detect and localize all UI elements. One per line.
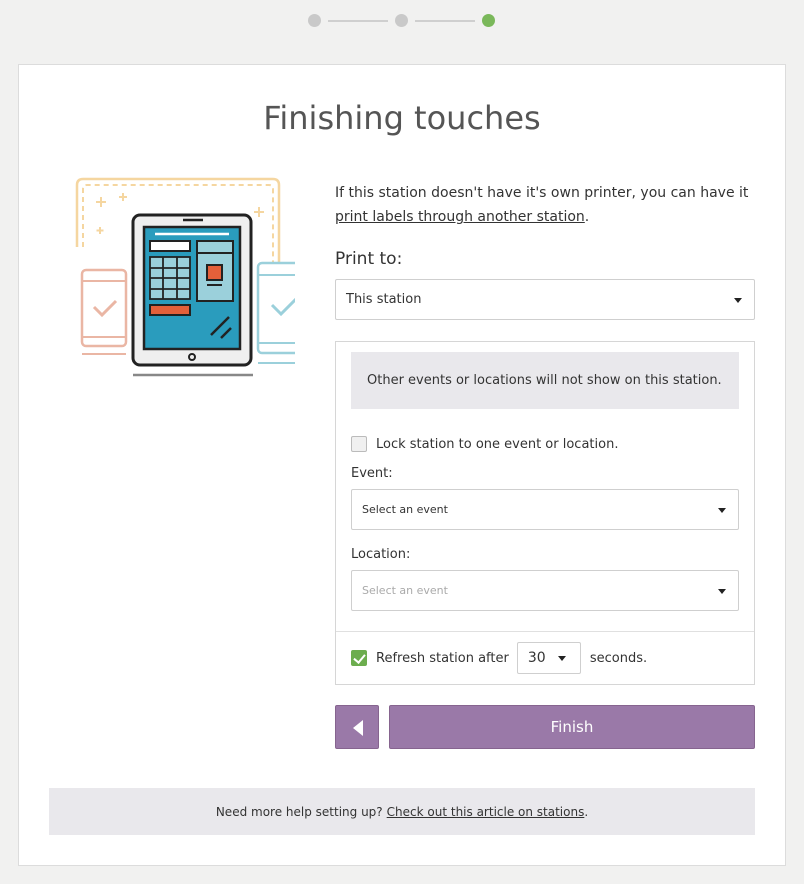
settings-column: If this station doesn't have it's own pr… (335, 181, 755, 749)
help-text: Need more help setting up? (215, 804, 383, 819)
setup-card: Finishing touches If this station doesn'… (18, 64, 786, 866)
back-button[interactable] (335, 705, 379, 749)
station-illustration (75, 177, 295, 377)
caret-down-icon (718, 589, 726, 594)
step-dot-1 (308, 14, 321, 27)
refresh-suffix: seconds. (589, 650, 648, 666)
print-to-value: This station (346, 292, 422, 307)
caret-down-icon (734, 298, 742, 303)
step-dot-2 (395, 14, 408, 27)
refresh-label: Refresh station after (376, 650, 509, 666)
step-connector (328, 20, 388, 22)
progress-steps (308, 14, 496, 30)
lock-station-label: Lock station to one event or location. (376, 436, 619, 452)
lock-station-option[interactable]: Lock station to one event or location. (351, 436, 618, 452)
caret-down-icon (718, 508, 726, 513)
help-text-end: . (584, 804, 589, 819)
station-options-panel: Other events or locations will not show … (335, 341, 755, 685)
step-dot-3-active (482, 14, 495, 27)
print-to-label: Print to: (335, 249, 403, 269)
help-banner: Need more help setting up? Check out thi… (49, 788, 755, 835)
location-select-value: Select an event (362, 584, 448, 597)
event-select-value: Select an event (362, 503, 448, 516)
step-connector (415, 20, 475, 22)
event-label: Event: (351, 466, 393, 481)
page-title: Finishing touches (263, 99, 541, 137)
intro-text: If this station doesn't have it's own pr… (335, 181, 755, 229)
info-notice: Other events or locations will not show … (351, 352, 739, 409)
refresh-option: Refresh station after 30 seconds. (351, 642, 647, 674)
intro-text-end: . (584, 209, 590, 225)
chevron-left-icon (353, 720, 363, 736)
intro-text-body: If this station doesn't have it's own pr… (335, 185, 749, 201)
finish-button[interactable]: Finish (389, 705, 755, 749)
print-to-select[interactable]: This station (335, 279, 755, 320)
event-select[interactable]: Select an event (351, 489, 739, 530)
refresh-checkbox[interactable] (351, 650, 367, 666)
stations-article-link[interactable]: Check out this article on stations (387, 805, 585, 819)
divider (336, 631, 754, 632)
location-label: Location: (351, 547, 411, 562)
caret-down-icon (557, 656, 566, 661)
location-select[interactable]: Select an event (351, 570, 739, 611)
refresh-seconds-value: 30 (527, 650, 546, 666)
print-through-station-link[interactable]: print labels through another station (335, 209, 585, 225)
lock-station-checkbox[interactable] (351, 436, 367, 452)
refresh-seconds-select[interactable]: 30 (516, 642, 581, 674)
